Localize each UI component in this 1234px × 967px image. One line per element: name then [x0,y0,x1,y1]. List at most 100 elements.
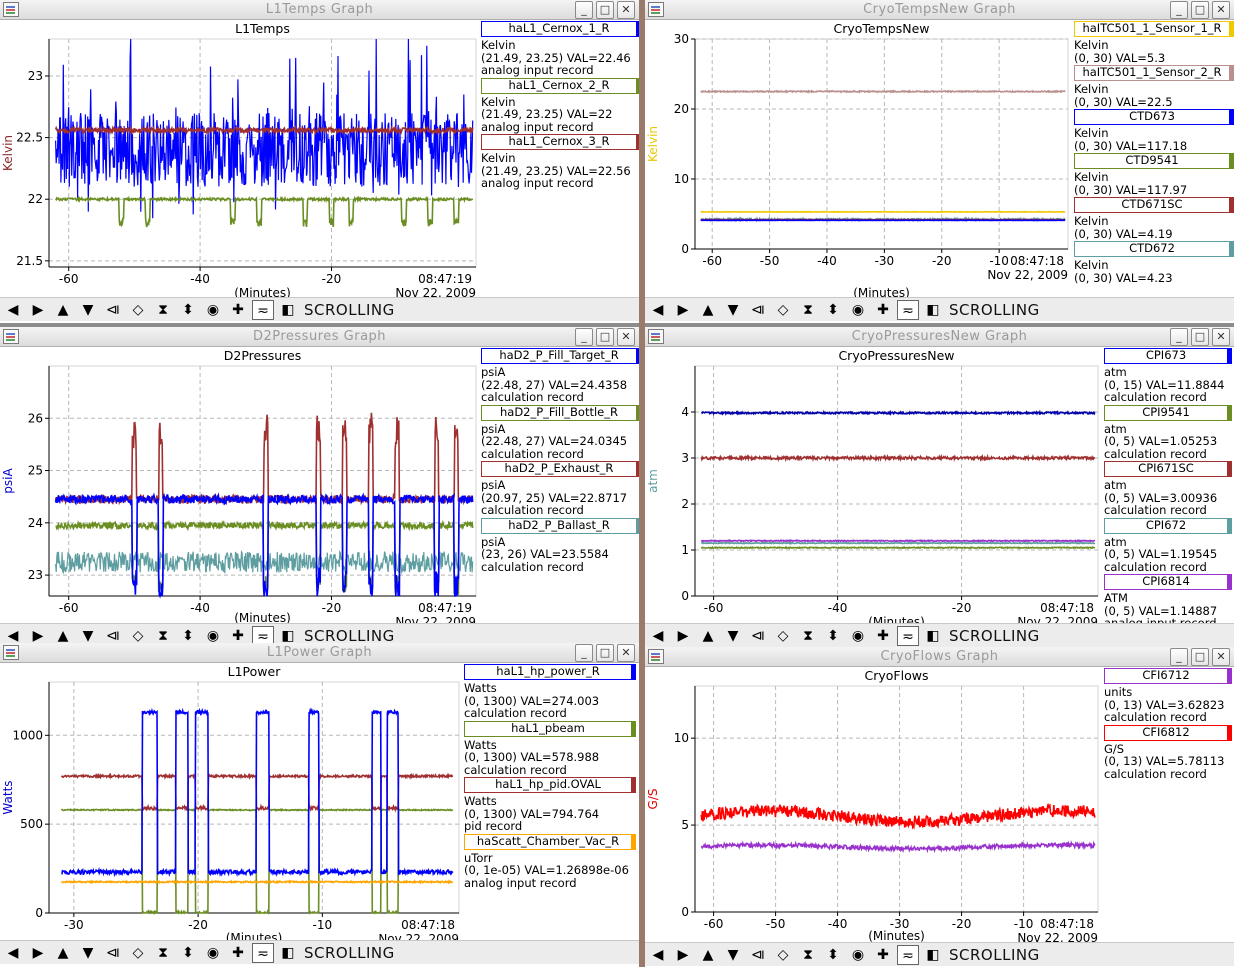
toolbar-button[interactable]: ⬍ [177,943,199,963]
toolbar-button[interactable]: ⬍ [822,626,844,646]
toolbar-button[interactable]: ⧗ [797,945,819,965]
toolbar-button[interactable]: ▼ [77,626,99,644]
toolbar-button[interactable]: ▲ [697,945,719,965]
toolbar-button[interactable]: ◧ [922,945,944,965]
maximize-button[interactable]: □ [1191,648,1209,666]
legend-pv-name[interactable]: haITC501_1_Sensor_2_R [1074,65,1234,81]
legend-pv-name[interactable]: haScatt_Chamber_Vac_R [464,833,636,850]
legend-entry[interactable]: CPI9541 atm (0, 5) VAL=1.05253 calculation … [1104,404,1232,461]
maximize-button[interactable]: □ [596,644,614,662]
legend-pv-name[interactable]: haL1_Cernox_1_R [481,21,639,37]
toolbar-button[interactable]: ≂ [252,299,274,320]
title-bar[interactable]: CryoFlows Graph _ □ ✕ [645,647,1234,667]
toolbar-button[interactable]: ▲ [52,943,74,963]
toolbar-button[interactable]: ▶ [27,300,49,320]
maximize-button[interactable]: □ [596,328,614,346]
minimize-button[interactable]: _ [575,328,593,346]
toolbar-button[interactable]: ▶ [672,945,694,965]
toolbar-button[interactable]: ◀ [2,626,24,644]
toolbar-button[interactable]: ⧏ [747,300,769,320]
title-bar[interactable]: L1Temps Graph _ □ ✕ [0,0,639,20]
legend-pv-name[interactable]: haD2_P_Fill_Target_R [481,348,639,364]
toolbar-button[interactable]: ◉ [202,943,224,963]
toolbar-button[interactable]: ✚ [872,300,894,320]
toolbar-button[interactable]: ≂ [897,625,919,646]
toolbar-button[interactable]: ▲ [52,626,74,644]
maximize-button[interactable]: □ [1191,328,1209,346]
toolbar-button[interactable]: ◧ [922,300,944,320]
toolbar-button[interactable]: ▼ [722,300,744,320]
toolbar-button[interactable]: ◀ [647,300,669,320]
legend-pv-name[interactable]: haD2_P_Fill_Bottle_R [481,404,639,421]
legend-entry[interactable]: CFI6712 units (0, 13) VAL=3.62823 calculati… [1104,668,1232,724]
legend-pv-name[interactable]: haL1_Cernox_3_R [481,134,639,150]
toolbar-button[interactable]: ⧗ [797,300,819,320]
toolbar-button[interactable]: ⬍ [822,945,844,965]
legend-entry[interactable]: haL1_Cernox_1_R Kelvin (21.49, 23.25) VAL=… [481,21,639,77]
toolbar-button[interactable]: ⧏ [747,945,769,965]
legend-entry[interactable]: CPI671SC atm (0, 5) VAL=3.00936 calculation… [1104,461,1232,517]
legend-entry[interactable]: haL1_pbeam Watts (0, 1300) VAL=578.988 calc… [464,720,636,777]
legend-pv-name[interactable]: haITC501_1_Sensor_1_R [1074,21,1234,37]
legend-pv-name[interactable]: haL1_hp_pid.OVAL [464,777,636,793]
legend-pv-name[interactable]: haD2_P_Ballast_R [481,517,639,534]
legend-entry[interactable]: haITC501_1_Sensor_1_R Kelvin (0, 30) VAL=5… [1074,21,1234,64]
toolbar-button[interactable]: ◉ [847,945,869,965]
close-button[interactable]: ✕ [1212,1,1230,19]
close-button[interactable]: ✕ [617,328,635,346]
legend-pv-name[interactable]: CFI6712 [1104,668,1232,684]
legend-entry[interactable]: CFI6812 G/S (0, 13) VAL=5.78113 calculation… [1104,724,1232,781]
toolbar-button[interactable]: ◉ [202,626,224,644]
toolbar-button[interactable]: ⧏ [102,300,124,320]
toolbar-button[interactable]: ◇ [127,943,149,963]
legend-pv-name[interactable]: CTD671SC [1074,197,1234,213]
legend-entry[interactable]: CPI673 atm (0, 15) VAL=11.8844 calculation … [1104,348,1232,404]
title-bar[interactable]: L1Power Graph _ □ ✕ [0,643,639,663]
toolbar-button[interactable]: ▶ [27,943,49,963]
toolbar-button[interactable]: ▼ [77,300,99,320]
toolbar-button[interactable]: ▼ [77,943,99,963]
toolbar-button[interactable]: ▶ [672,626,694,646]
toolbar-button[interactable]: ◇ [772,626,794,646]
minimize-button[interactable]: _ [575,1,593,19]
toolbar-button[interactable]: ◇ [127,300,149,320]
toolbar-button[interactable]: ▲ [697,626,719,646]
legend-pv-name[interactable]: haD2_P_Exhaust_R [481,461,639,477]
toolbar-button[interactable]: ⧗ [152,300,174,320]
legend-pv-name[interactable]: CTD673 [1074,109,1234,125]
legend-entry[interactable]: haD2_P_Exhaust_R psiA (20.97, 25) VAL=22.8… [481,461,639,517]
legend-entry[interactable]: haL1_hp_pid.OVAL Watts (0, 1300) VAL=794.7… [464,777,636,833]
toolbar-button[interactable]: ⧏ [102,943,124,963]
legend-pv-name[interactable]: CPI9541 [1104,404,1232,421]
toolbar-button[interactable]: ✚ [227,943,249,963]
legend-pv-name[interactable]: haL1_pbeam [464,720,636,737]
maximize-button[interactable]: □ [596,1,614,19]
legend-entry[interactable]: haL1_Cernox_2_R Kelvin (21.49, 23.25) VAL=… [481,77,639,134]
toolbar-button[interactable]: ▶ [672,300,694,320]
toolbar-button[interactable]: ⧏ [747,626,769,646]
legend-entry[interactable]: haScatt_Chamber_Vac_R uTorr (0, 1e-05) VAL… [464,833,636,890]
toolbar-button[interactable]: ◀ [647,626,669,646]
toolbar-button[interactable]: ◇ [127,626,149,644]
toolbar-button[interactable]: ✚ [227,626,249,644]
toolbar-button[interactable]: ⧗ [152,626,174,644]
toolbar-button[interactable]: ⧗ [797,626,819,646]
minimize-button[interactable]: _ [1170,328,1188,346]
toolbar-button[interactable]: ⬍ [822,300,844,320]
toolbar-button[interactable]: ✚ [872,626,894,646]
toolbar-button[interactable]: ✚ [872,945,894,965]
toolbar-button[interactable]: ▼ [722,945,744,965]
toolbar-button[interactable]: ◀ [2,300,24,320]
toolbar-button[interactable]: ≂ [252,625,274,643]
legend-pv-name[interactable]: CFI6812 [1104,724,1232,741]
toolbar-button[interactable]: ▲ [697,300,719,320]
legend-entry[interactable]: CPI6814ATM(0, 5) VAL=1.14887analog input… [1104,574,1232,630]
legend-entry[interactable]: haITC501_1_Sensor_2_R Kelvin (0, 30) VAL=2… [1074,65,1234,108]
toolbar-button[interactable]: ◧ [922,626,944,646]
toolbar-button[interactable]: ◧ [277,943,299,963]
toolbar-button[interactable]: ▲ [52,300,74,320]
legend-entry[interactable]: haL1_hp_power_R Watts (0, 1300) VAL=274.00… [464,664,636,720]
title-bar[interactable]: CryoTempsNew Graph _ □ ✕ [645,0,1234,20]
legend-entry[interactable]: CTD673 Kelvin (0, 30) VAL=117.18 [1074,109,1234,152]
legend-pv-name[interactable]: CTD672 [1074,241,1234,257]
